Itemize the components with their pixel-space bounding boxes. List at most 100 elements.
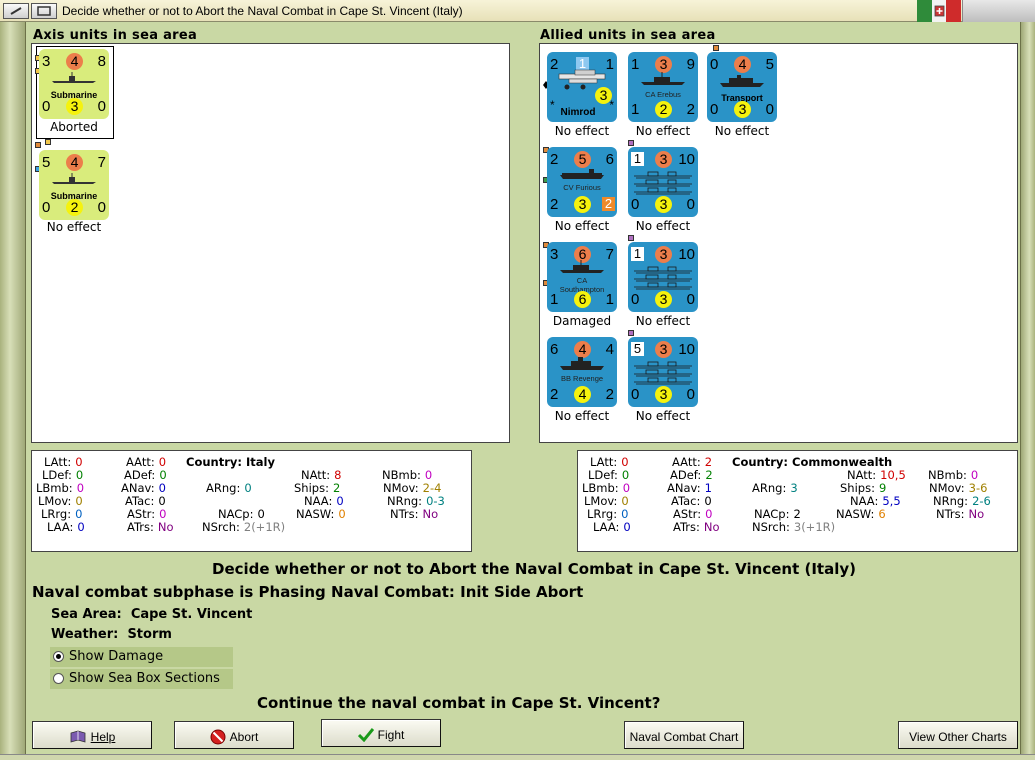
stat-laa: LAA: 0 [593, 520, 631, 534]
fight-button[interactable]: Fight [321, 719, 441, 747]
show-sea-box-sections-radio[interactable]: Show Sea Box Sections [50, 669, 233, 689]
window-menu-button[interactable] [3, 3, 29, 19]
transport-counter[interactable]: 0 4 5 Transport 0 3 0 [707, 52, 777, 122]
allied-panel-heading: Allied units in sea area [540, 28, 716, 43]
sea-area-line: Sea Area: Cape St. Vincent [51, 607, 253, 622]
stat-latt: LAtt: 0 [590, 455, 629, 469]
no-entry-icon [210, 729, 226, 745]
battleship-icon [560, 357, 604, 370]
stat-nacp: NACp: 0 [218, 507, 265, 521]
stat-ntrs: NTrs: No [936, 507, 985, 521]
stat-nrng: NRng: 2-6 [933, 494, 991, 508]
country-line: Country: Commonwealth [732, 455, 893, 469]
unit-result: No effect [554, 124, 610, 138]
restore-icon [37, 6, 51, 16]
submarine-counter[interactable]: 5 4 7 Submarine 0 2 0 [39, 150, 109, 220]
allied-unit[interactable]: 0 4 5 Transport 0 3 0 No effect [703, 45, 781, 138]
ship-stack-counter[interactable]: 1 3 10 0 3 0 [628, 242, 698, 312]
abort-button[interactable]: Abort [174, 721, 294, 749]
stat-aatt: AAtt: 0 [126, 455, 167, 469]
checkmark-icon [357, 727, 374, 743]
allied-unit[interactable]: 1 3 9 CA Erebus 1 2 2 No effect [624, 52, 702, 138]
window-controls[interactable] [962, 0, 1035, 22]
show-damage-radio[interactable]: Show Damage [50, 647, 233, 667]
stat-nbmb: NBmb: 0 [382, 468, 433, 482]
stat-adef: ADef: 0 [124, 468, 167, 482]
allied-stats-panel: LAtt: 0 LDef: 0 LBmb: 0 LMov: 0 LRrg: 0 LAA: 0… [577, 450, 1018, 552]
help-button[interactable]: Help [32, 721, 152, 749]
unit-result: No effect [46, 220, 102, 234]
allied-unit[interactable]: 5 3 10 0 3 0 No effect [624, 330, 702, 423]
radio-unselected-icon[interactable] [53, 673, 64, 684]
allied-unit[interactable]: 1 3 10 0 3 0 No effect [624, 235, 702, 328]
ca-erebus-counter[interactable]: 1 3 9 CA Erebus 1 2 2 [628, 52, 698, 122]
view-other-charts-button[interactable]: View Other Charts [898, 721, 1018, 749]
ship-stack-icon [634, 361, 692, 385]
stat-ntrs: NTrs: No [390, 507, 439, 521]
stat-astr: AStr: 0 [673, 507, 713, 521]
allied-sea-box[interactable]: 2 1 1 Nimrod * 3 * No effect 1 3 9 CA Er… [539, 43, 1018, 443]
status-strip [0, 754, 1035, 760]
stat-lmov: LMov: 0 [584, 494, 629, 508]
stat-nasw: NASW: 0 [296, 507, 346, 521]
right-frame [1020, 22, 1035, 760]
stat-nmov: NMov: 3-6 [929, 481, 988, 495]
stat-lbmb: LBmb: 0 [582, 481, 631, 495]
stat-nmov: NMov: 2-4 [383, 481, 442, 495]
unit-result: No effect [635, 314, 691, 328]
stat-nbmb: NBmb: 0 [928, 468, 979, 482]
cruiser-icon [560, 260, 604, 273]
nimrod-counter[interactable]: 2 1 1 Nimrod * 3 * [547, 52, 617, 122]
stat-nasw: NASW: 6 [836, 507, 886, 521]
stat-natt: NAtt: 8 [301, 468, 342, 482]
stat-astr: AStr: 0 [127, 507, 167, 521]
submarine-icon [52, 173, 96, 184]
decision-heading: Decide whether or not to Abort the Naval… [212, 560, 856, 578]
minimize-icon [10, 7, 22, 15]
cruiser-icon [641, 72, 685, 85]
cv-furious-counter[interactable]: 2 5 6 CV Furious 2 3 2 [547, 147, 617, 217]
axis-panel-heading: Axis units in sea area [33, 28, 198, 43]
italy-flag-icon [917, 0, 962, 22]
stat-ldef: LDef: 0 [588, 468, 630, 482]
ship-stack-counter[interactable]: 1 3 10 0 3 0 [628, 147, 698, 217]
stat-nacp: NACp: 2 [754, 507, 801, 521]
axis-stats-panel: LAtt: 0 LDef: 0 LBmb: 0 LMov: 0 LRrg: 0 LAA: 0… [31, 450, 472, 552]
submarine-icon [52, 72, 96, 83]
allied-unit[interactable]: 2 5 6 CV Furious 2 3 2 No effect [543, 147, 621, 233]
stat-anav: ANav: 1 [667, 481, 712, 495]
bb-revenge-counter[interactable]: 6 4 4 BB Revenge 2 4 2 [547, 337, 617, 407]
axis-sea-box[interactable]: 3 4 8 Submarine 0 3 0 Aborted 5 4 7 Subm… [31, 43, 510, 443]
unit-result: Damaged [552, 314, 612, 328]
axis-unit[interactable]: 3 4 8 Submarine 0 3 0 Aborted [35, 46, 114, 139]
ca-southampton-counter[interactable]: 3 6 7 CA Southampton 1 6 1 [547, 242, 617, 312]
stat-ldef: LDef: 0 [42, 468, 84, 482]
stat-lmov: LMov: 0 [38, 494, 83, 508]
allied-unit[interactable]: 2 1 1 Nimrod * 3 * No effect [543, 52, 621, 138]
stat-atrs: ATrs: No [127, 520, 174, 534]
weather-line: Weather: Storm [51, 627, 172, 642]
axis-unit[interactable]: 5 4 7 Submarine 0 2 0 No effect [35, 139, 113, 234]
radio-selected-icon[interactable] [53, 651, 64, 662]
unit-result: No effect [635, 124, 691, 138]
ship-stack-counter[interactable]: 5 3 10 0 3 0 [628, 337, 698, 407]
stat-arng: ARng: 0 [206, 481, 252, 495]
stat-aatt: AAtt: 2 [672, 455, 713, 469]
unit-result: No effect [554, 219, 610, 233]
stat-nrng: NRng: 0-3 [387, 494, 445, 508]
allied-unit[interactable]: 6 4 4 BB Revenge 2 4 2 No effect [543, 337, 621, 423]
stat-atac: ATac: 0 [125, 494, 166, 508]
allied-unit[interactable]: 3 6 7 CA Southampton 1 6 1 Damaged [543, 242, 621, 328]
naval-combat-chart-button[interactable]: Naval Combat Chart [624, 721, 744, 749]
window-restore-button[interactable] [31, 3, 57, 19]
left-frame [0, 22, 26, 760]
stat-latt: LAtt: 0 [44, 455, 83, 469]
allied-unit[interactable]: 1 3 10 0 3 0 No effect [624, 140, 702, 233]
subphase-text: Naval combat subphase is Phasing Naval C… [32, 583, 584, 601]
submarine-counter[interactable]: 3 4 8 Submarine 0 3 0 [39, 49, 109, 119]
stat-arng: ARng: 3 [752, 481, 798, 495]
stat-nsrch: NSrch: 2(+1R) [202, 520, 286, 534]
stat-lbmb: LBmb: 0 [36, 481, 85, 495]
stat-natt: NAtt: 10,5 [847, 468, 906, 482]
stat-atrs: ATrs: No [673, 520, 720, 534]
